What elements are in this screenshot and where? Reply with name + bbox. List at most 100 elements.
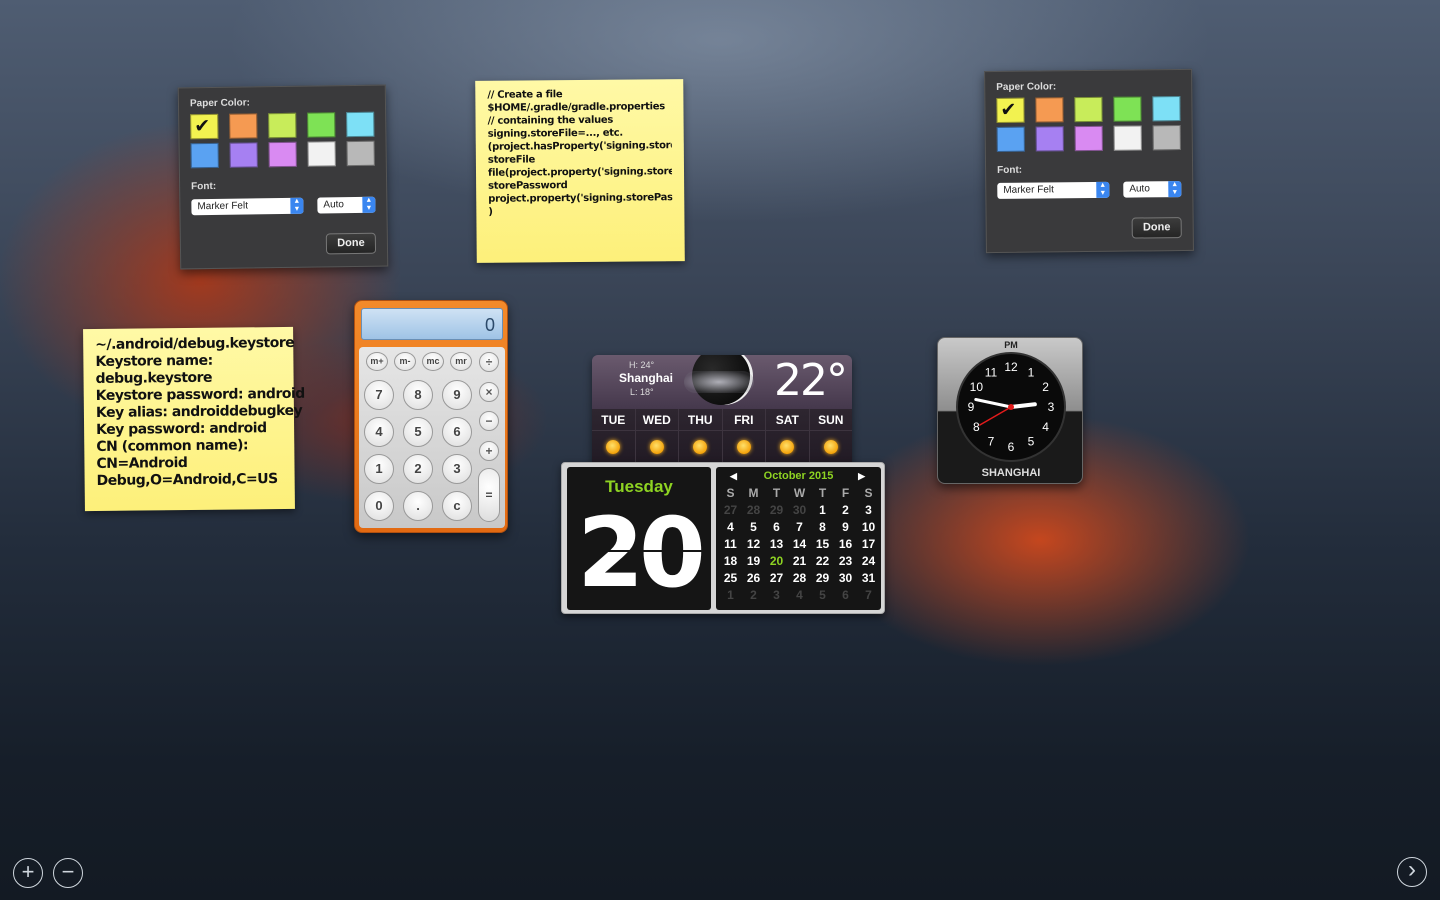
paper-color-swatch[interactable] [1113,125,1142,151]
paper-color-swatch[interactable] [307,112,336,138]
paper-color-swatch[interactable] [1152,125,1181,151]
weather-widget[interactable]: H: 24° Shanghai L: 18° 22° TUE WED THU FRI S… [592,355,852,465]
calendar-date: 19 [746,554,761,568]
sticky-note-line: (project.hasProperty('signing.storeFile [487,139,672,153]
clock-city: SHANGHAI [981,467,1041,479]
paper-color-swatch[interactable] [190,142,219,169]
calc-key[interactable]: . [403,491,433,521]
paper-color-swatch[interactable] [1074,96,1103,123]
font-select[interactable]: Marker Felt ▲ ▼ [997,181,1110,199]
clock-numeral: 11 [985,365,998,379]
weekday-header: F [841,486,850,500]
weekday-header: T [772,486,781,500]
font-label: Font: [997,164,1023,176]
paper-color-swatch[interactable] [346,140,375,167]
calendar-widget[interactable]: Tuesday 20 ◀ October 2015 ▶ S M T W T F S 27 28 2… [561,462,885,614]
memory-key-mc[interactable]: mc [422,352,444,371]
memory-key-m+[interactable]: m+ [366,352,388,371]
calc-key[interactable]: 6 [442,417,472,447]
equals-key[interactable]: = [478,468,500,522]
paper-color-swatch[interactable] [1035,97,1064,123]
clock-numeral: 5 [1028,435,1035,449]
calendar-date: 10 [861,520,876,534]
font-select-value: Marker Felt [197,200,249,213]
calculator-widget[interactable]: 0 m+ m-mc mr ÷ 7 8 9 4 5 6 1 2 3 0. c × − + = [354,300,508,533]
done-button[interactable]: Done [1131,217,1182,239]
multiply-key[interactable]: × [479,382,499,402]
sticky-note-line: ) [488,206,493,218]
chevron-updown-icon: ▲ ▼ [1096,181,1110,198]
add-key[interactable]: + [479,441,499,461]
calc-key[interactable]: 1 [364,454,394,484]
calendar-date: 29 [769,503,784,517]
paper-color-swatch[interactable] [996,97,1025,123]
memory-key-mr[interactable]: mr [450,352,472,371]
calc-key[interactable]: 7 [364,380,394,410]
clock-numeral: 2 [1042,380,1049,394]
sticky-note-line: Debug,O=Android,C=US [96,471,278,489]
sticky-note-gradle[interactable]: // Create a file $HOME/.gradle/gradle.pro… [475,79,685,263]
calendar-date: 11 [724,537,737,551]
paper-color-swatch[interactable] [1152,96,1181,122]
paper-color-swatch[interactable] [1113,96,1142,122]
paper-color-swatch[interactable] [229,142,258,168]
calc-key[interactable]: 8 [403,380,433,410]
calendar-date: 4 [727,520,734,534]
forecast-day: THU [679,409,723,465]
sticky-note-line: CN=Android [96,455,188,472]
partly-cloudy-icon [736,440,751,454]
memory-key-m-[interactable]: m- [394,352,416,371]
calendar-date: 30 [792,503,807,517]
clock-center-pin [1008,404,1014,410]
paper-color-swatch[interactable] [190,113,219,140]
forecast-day-name: TUE [592,409,635,431]
sticky-note-keystore[interactable]: ~/.android/debug.keystore Keystore name: d… [83,326,305,512]
calc-key[interactable]: 9 [442,380,472,410]
paper-color-panel-left: Paper Color: Font: Marker Felt▲▼ Auto▲▼ … [177,84,389,270]
paper-color-swatch[interactable] [268,141,297,168]
forecast-day: SUN [809,409,852,465]
paper-color-swatch[interactable] [307,141,336,167]
size-select[interactable]: Auto ▲ ▼ [1123,181,1182,198]
paper-color-swatch[interactable] [346,111,375,138]
font-select[interactable]: Marker Felt ▲ ▼ [191,197,304,216]
previous-month-icon[interactable]: ◀ [730,467,737,485]
next-space-button[interactable]: › [1397,857,1427,887]
paper-color-swatch[interactable] [996,126,1025,152]
sticky-note-line: CN (common name): [96,437,249,455]
paper-color-swatch[interactable] [268,112,297,139]
add-widget-button[interactable]: + [13,858,43,888]
calendar-date: 24 [861,554,876,568]
calendar-date: 7 [865,588,872,602]
calc-key[interactable]: 3 [442,454,472,484]
next-month-icon[interactable]: ▶ [858,467,865,485]
remove-widget-button[interactable]: − [53,858,83,888]
clock-numeral: 6 [1008,440,1015,454]
sticky-note-line: Keystore name: [95,352,213,370]
world-clock-widget[interactable]: PM 12 1 2 3 4 5 6 7 8 9 10 11 SHANGHAI [937,337,1083,484]
sticky-note-line: Keystore password: android [95,385,305,404]
calc-key[interactable]: 4 [364,417,394,447]
calc-key[interactable]: 5 [403,417,433,447]
calc-key[interactable]: c [442,491,472,521]
chevron-updown-icon: ▲ ▼ [1168,181,1182,198]
calc-key[interactable]: 2 [403,454,433,484]
paper-color-swatch[interactable] [1074,125,1103,152]
calc-key[interactable]: 0 [364,491,394,521]
size-select[interactable]: Auto ▲ ▼ [317,196,376,214]
size-select-value: Auto [323,199,345,211]
subtract-key[interactable]: − [479,411,499,431]
sticky-note-line: project.property('signing.storePasswo [488,192,673,205]
done-button[interactable]: Done [325,232,377,255]
calendar-date: 21 [792,554,807,568]
divide-key[interactable]: ÷ [479,352,499,372]
calendar-date: 6 [842,588,849,602]
paper-color-swatch[interactable] [229,113,258,139]
weather-city: Shanghai [619,371,674,385]
calendar-month-title: October 2015 [763,470,834,482]
weather-forecast: TUE WED THU FRI SAT SUN [592,409,852,465]
paper-color-swatch[interactable] [1035,126,1064,152]
calendar-date: 28 [746,503,761,517]
calendar-date: 17 [861,537,876,551]
weekday-header: S [864,486,873,500]
